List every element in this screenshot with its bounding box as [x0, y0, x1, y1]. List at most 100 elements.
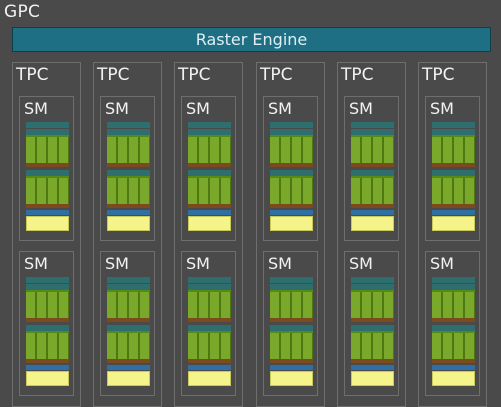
register-band [270, 163, 313, 167]
register-band [188, 204, 231, 208]
cuda-core-block [432, 290, 475, 318]
cuda-core-block [188, 290, 231, 318]
sm-label: SM [186, 99, 210, 118]
cuda-core-block [26, 290, 69, 318]
tpc-label: TPC [422, 65, 455, 85]
scheduler-band [188, 122, 231, 128]
scheduler-band [107, 277, 150, 283]
sm-label: SM [349, 99, 373, 118]
raster-engine: Raster Engine [12, 27, 491, 52]
sm-block: SM [181, 251, 236, 396]
tpc-label: TPC [341, 65, 374, 85]
register-band [188, 318, 231, 322]
cache-block [188, 371, 231, 386]
cache-block [351, 371, 394, 386]
sm-label: SM [430, 99, 454, 118]
load-store-band [351, 210, 394, 215]
sm-block: SM [263, 96, 318, 241]
tpc-label: TPC [260, 65, 293, 85]
scheduler-band [26, 122, 69, 128]
scheduler-band [107, 122, 150, 128]
cuda-core-block [270, 176, 313, 204]
sm-label: SM [24, 254, 48, 273]
register-band [188, 163, 231, 167]
scheduler-band [432, 122, 475, 128]
cuda-core-block [351, 331, 394, 359]
cache-block [270, 371, 313, 386]
tpc-block: TPC SM SM [174, 62, 243, 407]
sm-block: SM [425, 251, 480, 396]
cache-block [26, 371, 69, 386]
cuda-core-block [351, 290, 394, 318]
sm-label: SM [186, 254, 210, 273]
register-band [26, 359, 69, 363]
cuda-core-block [432, 331, 475, 359]
cuda-core-block [107, 290, 150, 318]
sm-label: SM [268, 254, 292, 273]
load-store-band [107, 210, 150, 215]
cuda-core-block [351, 135, 394, 163]
sm-label: SM [24, 99, 48, 118]
sm-block: SM [344, 251, 399, 396]
register-band [270, 204, 313, 208]
load-store-band [351, 365, 394, 370]
cache-block [270, 216, 313, 231]
register-band [351, 204, 394, 208]
sm-block: SM [425, 96, 480, 241]
cache-block [351, 216, 394, 231]
sm-label: SM [268, 99, 292, 118]
cuda-core-block [432, 135, 475, 163]
register-band [351, 163, 394, 167]
load-store-band [188, 365, 231, 370]
scheduler-band [270, 277, 313, 283]
register-band [432, 318, 475, 322]
register-band [270, 359, 313, 363]
tpc-label: TPC [16, 65, 49, 85]
load-store-band [26, 365, 69, 370]
register-band [351, 318, 394, 322]
load-store-band [270, 365, 313, 370]
cache-block [432, 216, 475, 231]
cuda-core-block [270, 331, 313, 359]
load-store-band [270, 210, 313, 215]
cuda-core-block [107, 135, 150, 163]
sm-label: SM [349, 254, 373, 273]
scheduler-band [188, 277, 231, 283]
cuda-core-block [188, 331, 231, 359]
gpc-label: GPC [4, 2, 41, 22]
cache-block [432, 371, 475, 386]
sm-block: SM [19, 96, 74, 241]
cuda-core-block [270, 135, 313, 163]
tpc-label: TPC [178, 65, 211, 85]
sm-label: SM [105, 99, 129, 118]
cuda-core-block [351, 176, 394, 204]
scheduler-band [26, 277, 69, 283]
cache-block [107, 371, 150, 386]
load-store-band [432, 210, 475, 215]
sm-block: SM [100, 96, 155, 241]
sm-block: SM [181, 96, 236, 241]
register-band [107, 318, 150, 322]
cuda-core-block [26, 135, 69, 163]
register-band [351, 359, 394, 363]
cuda-core-block [107, 331, 150, 359]
cuda-core-block [432, 176, 475, 204]
cuda-core-block [270, 290, 313, 318]
cache-block [107, 216, 150, 231]
load-store-band [107, 365, 150, 370]
sm-block: SM [100, 251, 155, 396]
gpc-block: GPC Raster Engine TPC SM SM TPC SM SM TPC SM SM T… [0, 0, 501, 407]
cuda-core-block [26, 176, 69, 204]
sm-label: SM [105, 254, 129, 273]
scheduler-band [351, 277, 394, 283]
register-band [432, 359, 475, 363]
sm-block: SM [19, 251, 74, 396]
register-band [107, 204, 150, 208]
cache-block [26, 216, 69, 231]
sm-block: SM [344, 96, 399, 241]
register-band [432, 204, 475, 208]
cuda-core-block [107, 176, 150, 204]
tpc-block: TPC SM SM [418, 62, 487, 407]
register-band [107, 359, 150, 363]
tpc-block: TPC SM SM [256, 62, 325, 407]
